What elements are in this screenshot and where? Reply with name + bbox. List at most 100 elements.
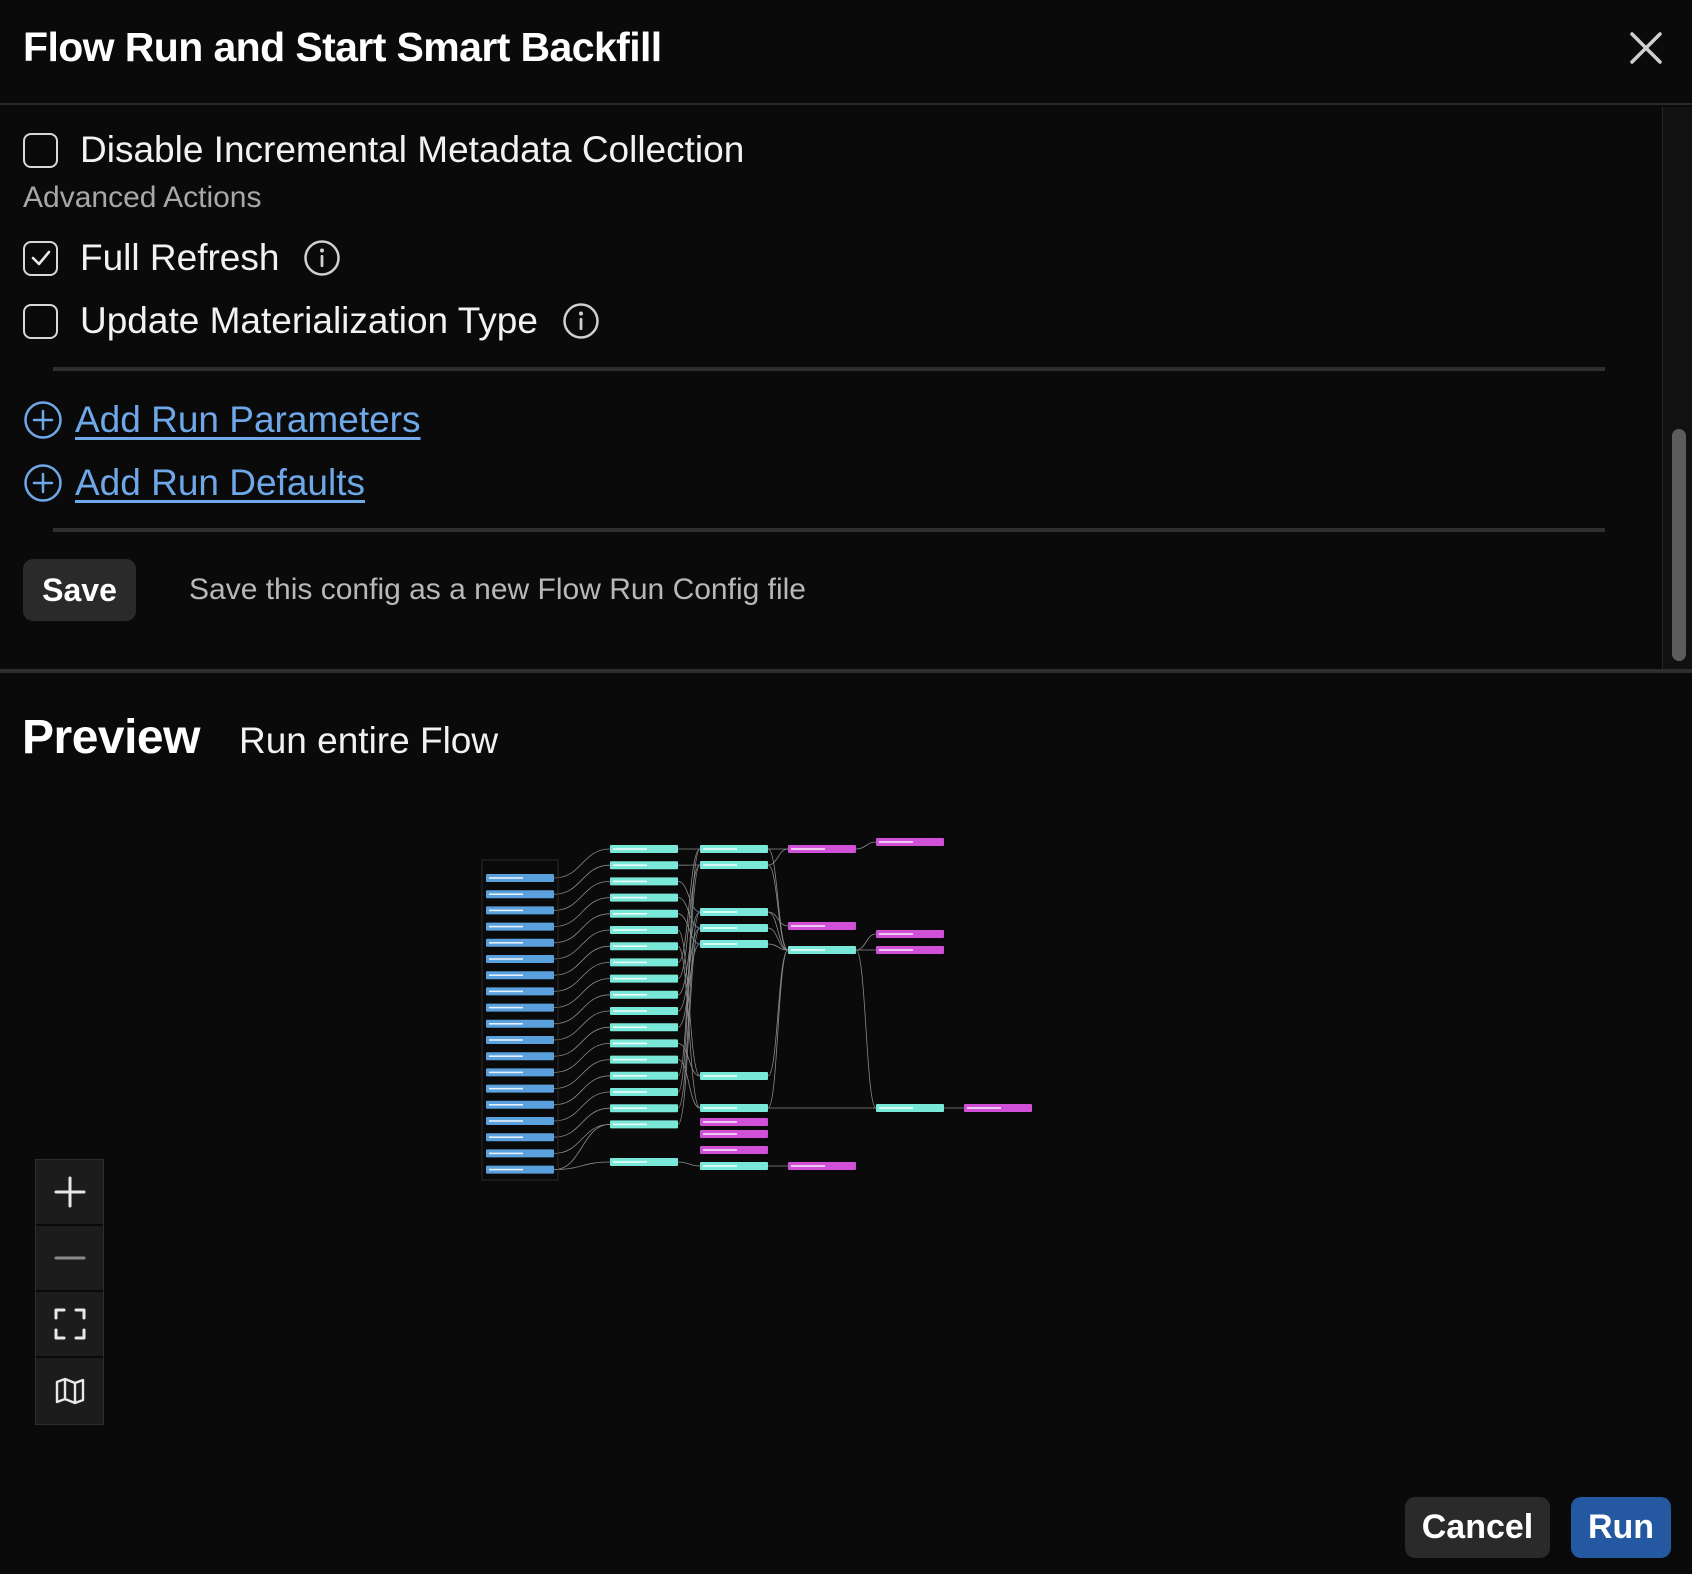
- node-label-placeholder: [703, 864, 737, 866]
- node-label-placeholder: [703, 927, 737, 929]
- node-label-placeholder: [879, 1107, 913, 1109]
- node-label-placeholder: [489, 1104, 523, 1106]
- node-label-placeholder: [703, 943, 737, 945]
- update-materialization-option[interactable]: Update Materialization Type: [23, 299, 600, 343]
- flow-graph[interactable]: [480, 830, 1060, 1190]
- node-label-placeholder: [489, 1023, 523, 1025]
- graph-edge: [767, 848, 789, 866]
- node-label-placeholder: [489, 1055, 523, 1057]
- minimap-icon[interactable]: [36, 1358, 103, 1424]
- dialog-header: Flow Run and Start Smart Backfill: [0, 0, 1692, 105]
- node-label-placeholder: [613, 864, 647, 866]
- node-label-placeholder: [613, 977, 647, 980]
- graph-edge: [553, 1161, 611, 1170]
- full-refresh-option[interactable]: Full Refresh: [23, 236, 341, 280]
- zoom-out-icon[interactable]: [36, 1226, 103, 1292]
- node-label-placeholder: [613, 1107, 647, 1109]
- divider: [53, 528, 1605, 532]
- cancel-button[interactable]: Cancel: [1405, 1497, 1550, 1558]
- node-label-placeholder: [613, 961, 647, 964]
- dialog-title: Flow Run and Start Smart Backfill: [23, 24, 662, 70]
- graph-edge: [553, 881, 611, 911]
- graph-edge: [553, 1091, 611, 1122]
- graph-edge: [855, 949, 877, 1109]
- add-run-parameters-link[interactable]: Add Run Parameters: [23, 397, 421, 443]
- panel-divider: [0, 669, 1692, 673]
- add-run-parameters-label[interactable]: Add Run Parameters: [75, 399, 421, 441]
- update-materialization-label: Update Materialization Type: [80, 300, 538, 341]
- graph-edge: [553, 1075, 611, 1106]
- node-label-placeholder: [879, 841, 913, 843]
- graph-edge: [553, 1026, 611, 1057]
- add-run-defaults-label[interactable]: Add Run Defaults: [75, 462, 365, 504]
- node-label-placeholder: [613, 1010, 647, 1012]
- node-label-placeholder: [613, 848, 647, 850]
- save-button[interactable]: Save: [23, 559, 136, 621]
- plus-circle-icon: [24, 464, 62, 502]
- graph-edge: [767, 949, 789, 1109]
- fit-view-icon[interactable]: [36, 1292, 103, 1358]
- node-label-placeholder: [489, 909, 523, 912]
- node-label-placeholder: [489, 1136, 523, 1138]
- node-label-placeholder: [489, 990, 523, 993]
- close-icon[interactable]: [1622, 24, 1670, 72]
- node-label-placeholder: [791, 949, 825, 951]
- preview-title: Preview: [22, 711, 200, 764]
- run-config-panel: Disable Incremental Metadata Collection …: [0, 107, 1662, 669]
- scrollbar[interactable]: [1662, 107, 1692, 669]
- node-label-placeholder: [703, 1165, 737, 1167]
- node-label-placeholder: [489, 1168, 523, 1171]
- graph-edge: [677, 848, 701, 963]
- graph-edge: [553, 1043, 611, 1073]
- node-label-placeholder: [703, 1133, 737, 1135]
- disable-incremental-label: Disable Incremental Metadata Collection: [80, 129, 745, 170]
- plus-circle-icon: [24, 401, 62, 439]
- node-label-placeholder: [489, 893, 523, 895]
- info-icon[interactable]: [562, 302, 600, 340]
- graph-edge: [553, 978, 611, 1008]
- node-label-placeholder: [613, 896, 647, 899]
- graph-edge: [855, 841, 877, 850]
- graph-edge: [553, 929, 611, 960]
- disable-incremental-option[interactable]: Disable Incremental Metadata Collection: [23, 128, 744, 172]
- info-icon[interactable]: [303, 239, 341, 277]
- node-label-placeholder: [613, 880, 647, 883]
- node-label-placeholder: [703, 1107, 737, 1109]
- graph-edge: [677, 911, 701, 1109]
- zoom-in-icon[interactable]: [36, 1160, 103, 1226]
- graph-edge: [553, 864, 611, 895]
- node-label-placeholder: [613, 1075, 647, 1077]
- node-label-placeholder: [489, 958, 523, 960]
- node-label-placeholder: [613, 994, 647, 996]
- full-refresh-checkbox[interactable]: [23, 240, 58, 276]
- zoom-controls: [35, 1159, 104, 1425]
- graph-edge: [553, 945, 611, 976]
- node-label-placeholder: [613, 945, 647, 947]
- graph-edge: [553, 962, 611, 992]
- node-label-placeholder: [703, 848, 737, 850]
- graph-edge: [553, 1059, 611, 1089]
- node-label-placeholder: [703, 1149, 737, 1151]
- disable-incremental-checkbox[interactable]: [23, 132, 58, 168]
- graph-edge: [553, 994, 611, 1025]
- advanced-actions-heading: Advanced Actions: [23, 181, 262, 214]
- run-button[interactable]: Run: [1571, 1497, 1671, 1558]
- graph-edge: [767, 911, 789, 927]
- update-materialization-checkbox[interactable]: [23, 303, 58, 339]
- scrollbar-thumb[interactable]: [1672, 429, 1686, 661]
- graph-edge: [553, 1107, 611, 1138]
- node-label-placeholder: [489, 1071, 523, 1074]
- node-label-placeholder: [489, 942, 523, 944]
- graph-edge: [553, 1124, 611, 1154]
- check-icon: [31, 250, 50, 266]
- node-label-placeholder: [967, 1107, 1001, 1109]
- node-label-placeholder: [489, 1120, 523, 1122]
- add-run-defaults-link[interactable]: Add Run Defaults: [23, 460, 365, 506]
- graph-edge: [553, 1124, 611, 1170]
- node-label-placeholder: [613, 1026, 647, 1028]
- node-label-placeholder: [489, 1152, 523, 1155]
- node-label-placeholder: [489, 1039, 523, 1041]
- node-label-placeholder: [613, 929, 647, 931]
- node-label-placeholder: [489, 1087, 523, 1090]
- node-label-placeholder: [879, 949, 913, 951]
